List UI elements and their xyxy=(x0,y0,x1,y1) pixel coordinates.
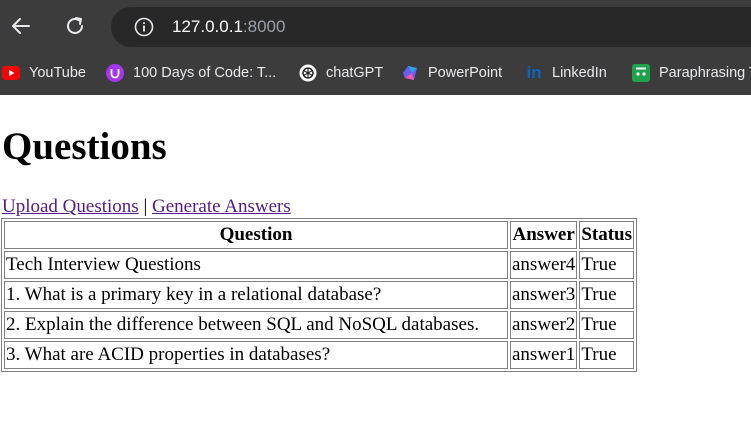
info-icon[interactable] xyxy=(134,17,154,37)
answer-cell: answer2 xyxy=(510,311,578,339)
back-button[interactable] xyxy=(7,12,35,40)
linkedin-icon: in xyxy=(526,63,542,82)
bookmark-label: chatGPT xyxy=(326,65,384,81)
generate-answers-link[interactable]: Generate Answers xyxy=(152,196,291,217)
url-text: 127.0.0.1:8000 xyxy=(172,17,285,37)
column-header-status: Status xyxy=(579,221,634,249)
bookmark-label: LinkedIn xyxy=(552,65,607,81)
answer-cell: answer4 xyxy=(510,251,578,279)
paraphrasing-icon xyxy=(632,64,650,82)
answer-cell: answer3 xyxy=(510,281,578,309)
table-row: Tech Interview Questions answer4 True xyxy=(4,251,634,279)
status-cell: True xyxy=(579,281,634,309)
bookmark-label: Paraphrasing T xyxy=(659,65,751,81)
page-title: Questions xyxy=(2,125,167,168)
browser-chrome: 127.0.0.1:8000 YouTube 100 Days of Code:… xyxy=(0,0,751,95)
table-header-row: Question Answer Status xyxy=(4,221,634,249)
youtube-icon xyxy=(2,64,20,82)
bookmarks-bar: YouTube 100 Days of Code: T... chatGPT P… xyxy=(0,55,751,91)
answer-cell: answer1 xyxy=(510,341,578,369)
address-bar[interactable]: 127.0.0.1:8000 xyxy=(111,7,751,47)
status-cell: True xyxy=(579,251,634,279)
url-port: :8000 xyxy=(242,17,286,36)
bookmark-chatgpt[interactable]: chatGPT xyxy=(299,61,383,85)
arrow-left-icon xyxy=(12,18,30,34)
status-cell: True xyxy=(579,341,634,369)
link-separator: | xyxy=(143,196,148,217)
openai-icon xyxy=(299,64,317,82)
bookmark-youtube[interactable]: YouTube xyxy=(2,61,86,85)
bookmark-label: 100 Days of Code: T... xyxy=(133,65,277,81)
bookmark-paraphrasing[interactable]: Paraphrasing T xyxy=(632,61,751,85)
bookmark-label: YouTube xyxy=(29,65,86,81)
bookmark-label: PowerPoint xyxy=(428,65,503,81)
status-cell: True xyxy=(579,311,634,339)
bookmark-linkedin[interactable]: in LinkedIn xyxy=(525,61,607,85)
reload-button[interactable] xyxy=(61,12,89,40)
upload-questions-link[interactable]: Upload Questions xyxy=(2,196,139,217)
column-header-answer: Answer xyxy=(510,221,578,249)
url-host: 127.0.0.1 xyxy=(172,17,243,36)
bookmark-udemy[interactable]: 100 Days of Code: T... xyxy=(106,61,276,85)
table-row: 2. Explain the difference between SQL an… xyxy=(4,311,634,339)
reload-icon xyxy=(67,17,83,34)
question-cell: Tech Interview Questions xyxy=(4,251,508,279)
copilot-icon xyxy=(401,64,419,82)
table-row: 1. What is a primary key in a relational… xyxy=(4,281,634,309)
question-cell: 1. What is a primary key in a relational… xyxy=(4,281,508,309)
action-links: Upload Questions | Generate Answers xyxy=(2,196,291,218)
question-cell: 2. Explain the difference between SQL an… xyxy=(4,311,508,339)
question-cell: 3. What are ACID properties in databases… xyxy=(4,341,508,369)
questions-table: Question Answer Status Tech Interview Qu… xyxy=(1,218,637,372)
column-header-question: Question xyxy=(4,221,508,249)
table-row: 3. What are ACID properties in databases… xyxy=(4,341,634,369)
browser-toolbar: 127.0.0.1:8000 xyxy=(0,0,751,55)
udemy-icon xyxy=(106,64,124,82)
bookmark-powerpoint[interactable]: PowerPoint xyxy=(401,61,502,85)
